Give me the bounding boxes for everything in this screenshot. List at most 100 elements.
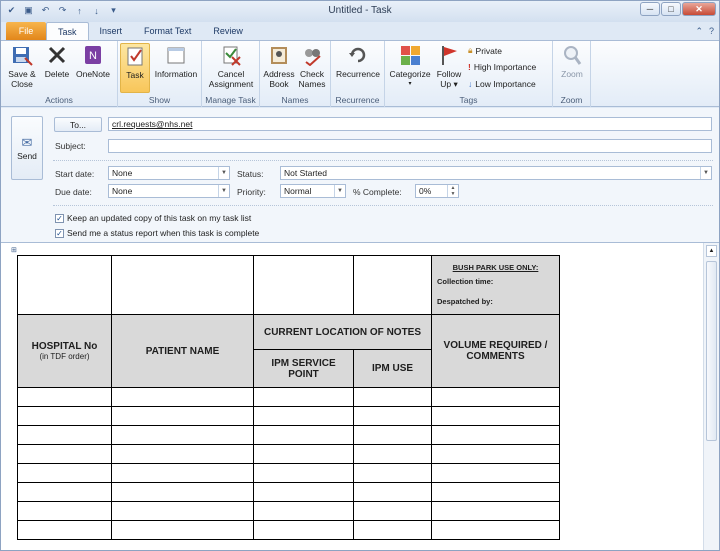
table-cell[interactable] <box>353 482 432 502</box>
subject-field[interactable] <box>108 139 712 153</box>
table-cell[interactable] <box>431 463 560 483</box>
categorize-button[interactable]: Categorize ▾ <box>388 43 432 89</box>
table-cell[interactable] <box>253 425 354 445</box>
table-cell[interactable] <box>17 444 112 464</box>
table-cell[interactable] <box>431 425 560 445</box>
table-cell[interactable] <box>431 482 560 502</box>
table-cell[interactable] <box>353 501 432 521</box>
table-cell[interactable] <box>431 387 560 407</box>
maximize-button[interactable]: □ <box>661 2 681 16</box>
onenote-button[interactable]: N OneNote <box>75 43 111 79</box>
table-cell[interactable] <box>353 463 432 483</box>
table-row <box>17 406 560 426</box>
table-cell[interactable] <box>111 482 254 502</box>
checkbox-checked-icon[interactable]: ✓ <box>55 228 64 238</box>
cancel-assignment-button[interactable]: Cancel Assignment <box>205 43 257 89</box>
status-select[interactable]: Not Started ▼ <box>280 166 712 180</box>
table-cell[interactable] <box>353 425 432 445</box>
address-book-button[interactable]: Address Book <box>263 43 295 89</box>
follow-up-button[interactable]: Follow Up ▾ <box>433 43 465 89</box>
table-cell[interactable] <box>253 482 354 502</box>
tab-format-text[interactable]: Format Text <box>133 22 202 40</box>
to-recipient[interactable]: crl.requests@nhs.net <box>112 119 192 129</box>
send-button[interactable]: ✉ Send <box>11 116 43 180</box>
high-importance-button[interactable]: ! High Importance <box>468 62 536 72</box>
recurrence-icon <box>346 43 370 67</box>
scroll-up-icon[interactable]: ▲ <box>706 245 717 257</box>
due-date-field[interactable]: None ▼ <box>108 184 230 198</box>
table-cell[interactable] <box>431 501 560 521</box>
table-cell[interactable] <box>17 406 112 426</box>
table-cell[interactable] <box>111 444 254 464</box>
tab-file[interactable]: File <box>6 22 46 40</box>
start-date-dropdown-icon[interactable]: ▼ <box>218 167 229 179</box>
check-names-button[interactable]: Check Names <box>297 43 327 89</box>
checkbox-checked-icon[interactable]: ✓ <box>55 213 64 223</box>
table-cell[interactable] <box>111 425 254 445</box>
table-cell[interactable] <box>111 387 254 407</box>
table-cell[interactable] <box>353 406 432 426</box>
task-view-button[interactable]: Task <box>120 43 150 93</box>
table-cell[interactable] <box>353 444 432 464</box>
scroll-thumb[interactable] <box>706 261 717 441</box>
tab-review[interactable]: Review <box>202 22 254 40</box>
minimize-ribbon-icon[interactable]: ⌃ <box>695 26 703 37</box>
zoom-button[interactable]: Zoom <box>557 43 587 79</box>
task-window: ✔ ▣ ↶ ↷ ↑ ↓ ▾ Untitled - Task ─ □ ✕ File… <box>0 0 720 551</box>
tab-task[interactable]: Task <box>46 22 89 40</box>
table-cell[interactable] <box>253 463 354 483</box>
tab-insert[interactable]: Insert <box>89 22 134 40</box>
percent-complete-stepper[interactable]: 0% ▲ ▼ <box>415 184 459 198</box>
start-date-field[interactable]: None ▼ <box>108 166 230 180</box>
information-button[interactable]: Information <box>152 43 200 79</box>
table-cell[interactable] <box>17 482 112 502</box>
table-cell[interactable] <box>253 387 354 407</box>
table-cell[interactable] <box>17 501 112 521</box>
table-cell[interactable] <box>111 520 254 540</box>
to-button[interactable]: To... <box>54 117 102 132</box>
table-cell[interactable] <box>111 501 254 521</box>
close-button[interactable]: ✕ <box>682 2 716 16</box>
save-close-button[interactable]: Save & Close <box>7 43 37 89</box>
table-cell[interactable] <box>111 463 254 483</box>
table-cell[interactable] <box>253 520 354 540</box>
divider <box>53 160 713 161</box>
recurrence-button[interactable]: Recurrence <box>334 43 382 79</box>
vertical-scrollbar[interactable]: ▲ <box>703 243 719 550</box>
spinner-icon[interactable]: ▲ ▼ <box>447 185 458 197</box>
table-cell[interactable] <box>353 520 432 540</box>
table-cell[interactable] <box>253 501 354 521</box>
table-cell[interactable] <box>17 520 112 540</box>
blank-cell <box>353 255 432 315</box>
task-body[interactable]: ⊞ BUSH PARK USE ONLY: Collection time: D… <box>1 242 719 550</box>
table-cell[interactable] <box>431 406 560 426</box>
percent-complete-value: 0% <box>419 186 432 196</box>
send-icon: ✉ <box>21 135 33 150</box>
table-cell[interactable] <box>353 387 432 407</box>
task-view-label: Task <box>126 70 144 80</box>
blank-cell <box>111 255 254 315</box>
private-button[interactable]: 🔒︎ Private <box>468 45 502 56</box>
high-importance-icon: ! <box>468 62 471 72</box>
paste-options-icon[interactable]: ⊞ <box>11 246 17 254</box>
priority-select[interactable]: Normal ▼ <box>280 184 346 198</box>
table-cell[interactable] <box>17 463 112 483</box>
table-cell[interactable] <box>17 425 112 445</box>
table-cell[interactable] <box>111 406 254 426</box>
to-field[interactable]: crl.requests@nhs.net <box>108 117 712 131</box>
table-cell[interactable] <box>17 387 112 407</box>
table-cell[interactable] <box>253 444 354 464</box>
table-cell[interactable] <box>431 444 560 464</box>
delete-button[interactable]: Delete <box>43 43 71 79</box>
table-cell[interactable] <box>253 406 354 426</box>
low-importance-button[interactable]: ↓ Low Importance <box>468 79 536 89</box>
status-dropdown-icon[interactable]: ▼ <box>700 167 711 179</box>
follow-up-label: Follow Up ▾ <box>436 69 462 89</box>
priority-dropdown-icon[interactable]: ▼ <box>334 185 345 197</box>
table-cell[interactable] <box>431 520 560 540</box>
keep-copy-checkbox[interactable]: ✓ Keep an updated copy of this task on my… <box>55 213 251 223</box>
help-icon[interactable]: ? <box>709 26 714 37</box>
due-date-dropdown-icon[interactable]: ▼ <box>218 185 229 197</box>
status-report-checkbox[interactable]: ✓ Send me a status report when this task … <box>55 228 259 238</box>
minimize-button[interactable]: ─ <box>640 2 660 16</box>
